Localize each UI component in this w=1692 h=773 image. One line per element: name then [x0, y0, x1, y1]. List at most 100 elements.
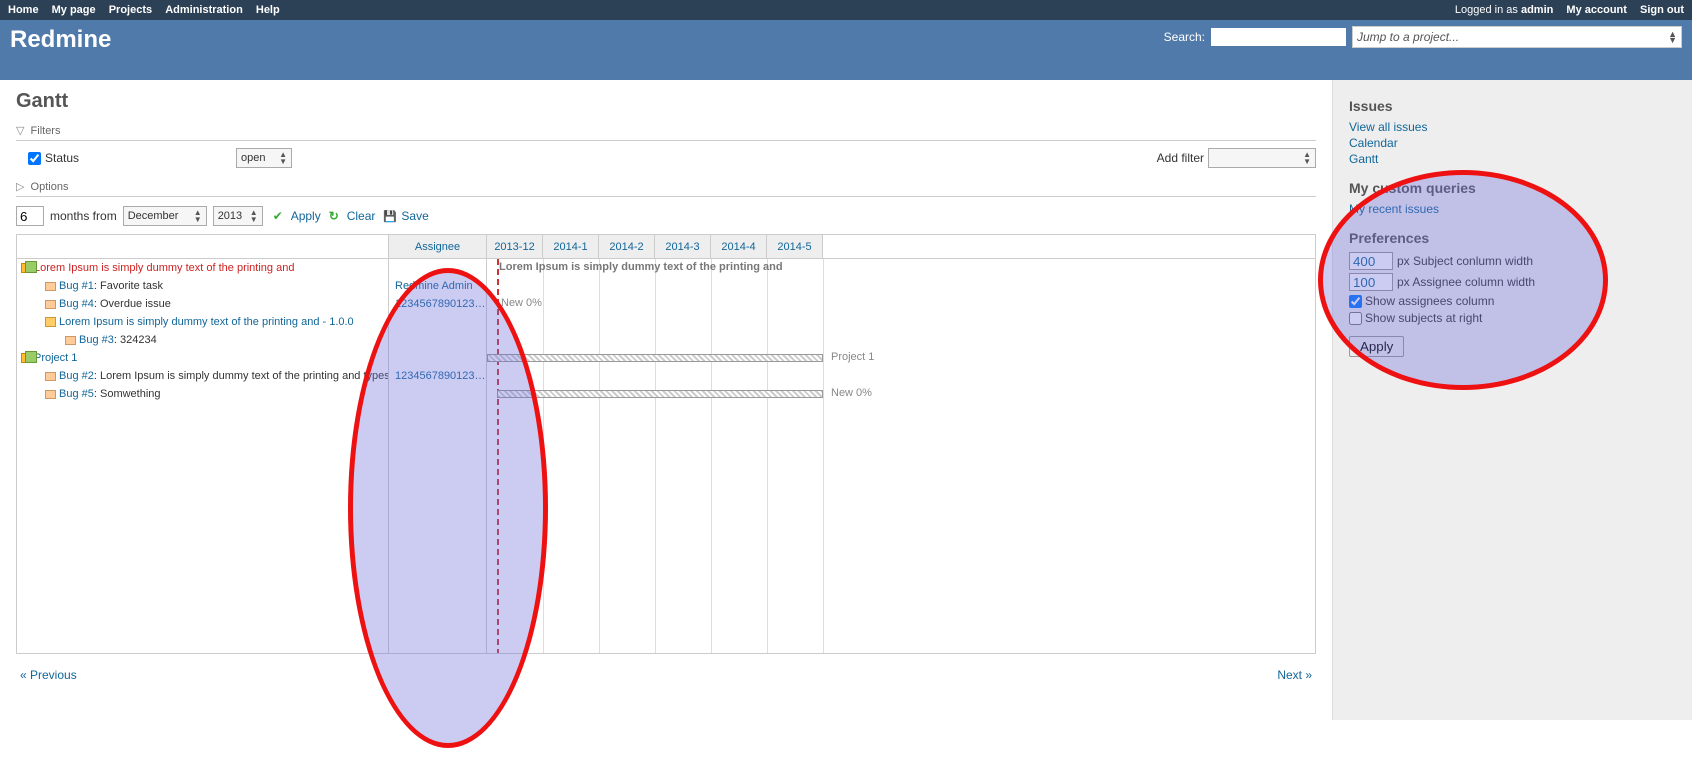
quick-search: Search: Jump to a project... ▲▼ — [1164, 26, 1682, 48]
gantt-assignee-column: Assignee Redmine Admin123456789012345...… — [389, 235, 487, 653]
year-value: 2013 — [218, 210, 242, 222]
gantt-issue-row[interactable]: Bug #3: 324234 — [17, 331, 388, 349]
assignee-cell — [389, 259, 486, 277]
dropdown-icon: ▲▼ — [1668, 31, 1677, 43]
month-header[interactable]: 2014-2 — [599, 235, 655, 258]
timeline-project-label: Lorem Ipsum is simply dummy text of the … — [499, 261, 783, 273]
logged-as-user: admin — [1521, 4, 1553, 16]
filters-toggle[interactable]: ▽ Filters — [16, 121, 1316, 141]
timeline-status-label: New 0% — [501, 297, 542, 309]
gantt-issue-row[interactable]: Bug #4: Overdue issue — [17, 295, 388, 313]
subject-width-label: px Subject conlumn width — [1397, 254, 1533, 268]
dropdown-icon: ▲▼ — [279, 151, 287, 165]
options-label: Options — [31, 181, 69, 193]
issue-key: Bug #4 — [59, 298, 94, 310]
sidebar-gantt[interactable]: Gantt — [1349, 152, 1676, 166]
sidebar-view-all-issues[interactable]: View all issues — [1349, 120, 1676, 134]
header: Redmine Search: Jump to a project... ▲▼ — [0, 20, 1692, 80]
page-title: Gantt — [16, 90, 1316, 113]
add-filter-select[interactable]: ▲▼ — [1208, 148, 1316, 168]
status-filter-label: Status — [45, 151, 79, 165]
row-text: Lorem Ipsum is simply dummy text of the … — [59, 316, 354, 328]
prefs-apply-button[interactable]: Apply — [1349, 336, 1404, 357]
nav-help[interactable]: Help — [256, 4, 280, 16]
issue-key: Bug #1 — [59, 280, 94, 292]
status-filter-select[interactable]: open ▲▼ — [236, 148, 292, 168]
timeline-project-label: Project 1 — [831, 351, 874, 363]
issue-subject: : Somwething — [94, 388, 161, 400]
timeline-status-label: New 0% — [831, 387, 872, 399]
row-text: Project 1 — [34, 352, 77, 364]
nav-projects[interactable]: Projects — [109, 4, 152, 16]
next-link[interactable]: Next » — [1277, 668, 1312, 682]
save-link[interactable]: Save — [401, 209, 428, 223]
gantt-issue-row[interactable]: Bug #5: Somwething — [17, 385, 388, 403]
gantt-subjects-column: Lorem Ipsum is simply dummy text of the … — [17, 235, 389, 653]
search-input[interactable] — [1211, 28, 1346, 46]
assignee-cell: 123456789012345... — [389, 295, 486, 313]
project-jump-label: Jump to a project... — [1357, 30, 1459, 44]
months-input[interactable] — [16, 206, 44, 226]
caret-right-icon: ▷ — [16, 181, 24, 193]
sidebar-prefs-heading: Preferences — [1349, 230, 1676, 246]
show-assignees-label: Show assignees column — [1365, 294, 1494, 308]
gantt-pagination: « Previous Next » — [16, 654, 1316, 688]
gantt-project-row[interactable]: Lorem Ipsum is simply dummy text of the … — [17, 259, 388, 277]
assignee-cell — [389, 331, 486, 349]
project-icon — [21, 353, 31, 363]
month-header[interactable]: 2014-3 — [655, 235, 711, 258]
show-subjects-right-checkbox[interactable] — [1349, 312, 1362, 325]
issue-subject: : Favorite task — [94, 280, 163, 292]
filters-label: Filters — [31, 125, 61, 137]
month-header[interactable]: 2014-4 — [711, 235, 767, 258]
month-header[interactable]: 2014-5 — [767, 235, 823, 258]
preferences-form: px Subject conlumn width px Assignee col… — [1349, 252, 1676, 357]
bug-icon — [45, 300, 56, 309]
gantt-issue-row[interactable]: Bug #2: Lorem Ipsum is simply dummy text… — [17, 367, 388, 385]
assignee-cell — [389, 349, 486, 367]
sidebar-recent-issues[interactable]: My recent issues — [1349, 202, 1676, 216]
project-jump-select[interactable]: Jump to a project... ▲▼ — [1352, 26, 1682, 48]
show-assignees-checkbox[interactable] — [1349, 295, 1362, 308]
nav-mypage[interactable]: My page — [52, 4, 96, 16]
gantt-project-row[interactable]: Project 1 — [17, 349, 388, 367]
prev-link[interactable]: « Previous — [20, 668, 77, 682]
status-filter-checkbox[interactable] — [28, 152, 41, 165]
issue-key: Bug #5 — [59, 388, 94, 400]
year-select[interactable]: 2013 ▲▼ — [213, 206, 263, 226]
logged-as-prefix: Logged in as — [1455, 4, 1521, 16]
gantt-chart: Lorem Ipsum is simply dummy text of the … — [16, 234, 1316, 654]
month-select[interactable]: December ▲▼ — [123, 206, 207, 226]
issue-key: Bug #2 — [59, 370, 94, 382]
sidebar-queries-heading: My custom queries — [1349, 180, 1676, 196]
nav-admin[interactable]: Administration — [165, 4, 243, 16]
apply-link[interactable]: Apply — [291, 209, 321, 223]
dropdown-icon: ▲▼ — [1303, 151, 1311, 165]
clear-link[interactable]: Clear — [347, 209, 376, 223]
add-filter-label: Add filter — [1157, 151, 1204, 165]
month-header[interactable]: 2013-12 — [487, 235, 543, 258]
nav-signout[interactable]: Sign out — [1640, 4, 1684, 16]
month-header[interactable]: 2014-1 — [543, 235, 599, 258]
gantt-issue-row[interactable]: Bug #1: Favorite task — [17, 277, 388, 295]
months-from-label: months from — [50, 209, 117, 223]
nav-home[interactable]: Home — [8, 4, 39, 16]
dropdown-icon: ▲▼ — [250, 209, 258, 223]
disk-icon — [383, 209, 397, 223]
options-toggle[interactable]: ▷ Options — [16, 177, 1316, 197]
gantt-timeline[interactable]: 2013-122014-12014-22014-32014-42014-5 Lo… — [487, 235, 1315, 653]
gantt-bar[interactable] — [497, 390, 823, 398]
gantt-version-row[interactable]: Lorem Ipsum is simply dummy text of the … — [17, 313, 388, 331]
check-icon — [273, 209, 287, 223]
sidebar-calendar[interactable]: Calendar — [1349, 136, 1676, 150]
bug-icon — [65, 336, 76, 345]
assignee-width-input[interactable] — [1349, 273, 1393, 291]
search-label: Search: — [1164, 30, 1205, 44]
gantt-bar[interactable] — [487, 354, 823, 362]
subject-width-input[interactable] — [1349, 252, 1393, 270]
dropdown-icon: ▲▼ — [194, 209, 202, 223]
nav-myaccount[interactable]: My account — [1566, 4, 1627, 16]
logged-as: Logged in as admin — [1455, 4, 1557, 16]
month-value: December — [128, 210, 179, 222]
bug-icon — [45, 390, 56, 399]
